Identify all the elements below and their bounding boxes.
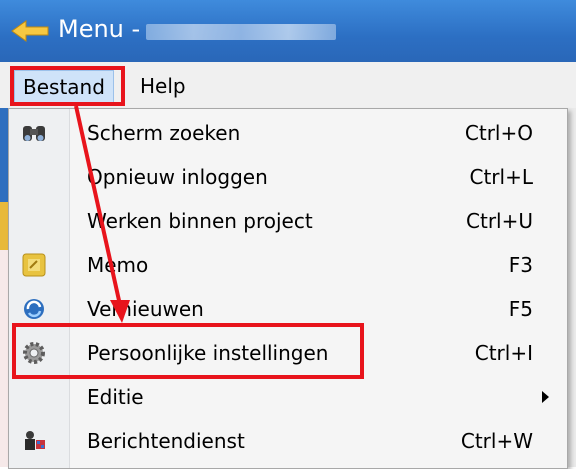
menu-item-scherm-zoeken[interactable]: Scherm zoeken Ctrl+O bbox=[9, 111, 567, 155]
menu-item-label: Berichtendienst bbox=[87, 429, 245, 453]
memo-icon bbox=[22, 253, 46, 277]
menu-item-label: Scherm zoeken bbox=[87, 121, 241, 145]
menu-help[interactable]: Help bbox=[132, 70, 194, 102]
menu-item-label: Editie bbox=[87, 385, 144, 409]
refresh-icon bbox=[24, 299, 44, 319]
binoculars-icon bbox=[23, 126, 45, 141]
menu-item-shortcut: Ctrl+L bbox=[469, 165, 534, 189]
submenu-arrow-icon bbox=[542, 391, 549, 403]
menu-item-label: Memo bbox=[87, 253, 149, 277]
window-title: Menu - bbox=[58, 15, 141, 43]
menu-item-shortcut: Ctrl+W bbox=[460, 429, 533, 453]
background-panel bbox=[0, 108, 8, 202]
messenger-icon bbox=[25, 431, 45, 450]
menu-item-label: Werken binnen project bbox=[87, 209, 313, 233]
menu-item-shortcut: Ctrl+U bbox=[466, 209, 533, 233]
menu-item-opnieuw-inloggen[interactable]: Opnieuw inloggen Ctrl+L bbox=[9, 155, 567, 199]
menu-item-shortcut: F3 bbox=[508, 253, 533, 277]
menu-item-shortcut: F5 bbox=[508, 297, 533, 321]
menu-item-shortcut: Ctrl+O bbox=[464, 121, 533, 145]
menu-item-memo[interactable]: Memo F3 bbox=[9, 243, 567, 287]
background-panel bbox=[0, 250, 8, 467]
menu-item-editie[interactable]: Editie bbox=[9, 375, 567, 419]
app-arrow-icon bbox=[11, 20, 49, 42]
title-bar: Menu - bbox=[0, 0, 576, 62]
background-panel bbox=[0, 202, 8, 250]
redacted-title-part bbox=[146, 24, 336, 40]
highlight-box-bestand bbox=[10, 66, 125, 106]
menu-item-label: Opnieuw inloggen bbox=[87, 165, 268, 189]
bestand-dropdown-menu: Scherm zoeken Ctrl+O Opnieuw inloggen Ct… bbox=[8, 108, 568, 469]
highlight-box-persoonlijke-instellingen bbox=[12, 323, 364, 379]
menu-item-werken-binnen-project[interactable]: Werken binnen project Ctrl+U bbox=[9, 199, 567, 243]
menu-item-shortcut: Ctrl+I bbox=[474, 341, 533, 365]
menu-item-berichtendienst[interactable]: Berichtendienst Ctrl+W bbox=[9, 419, 567, 463]
